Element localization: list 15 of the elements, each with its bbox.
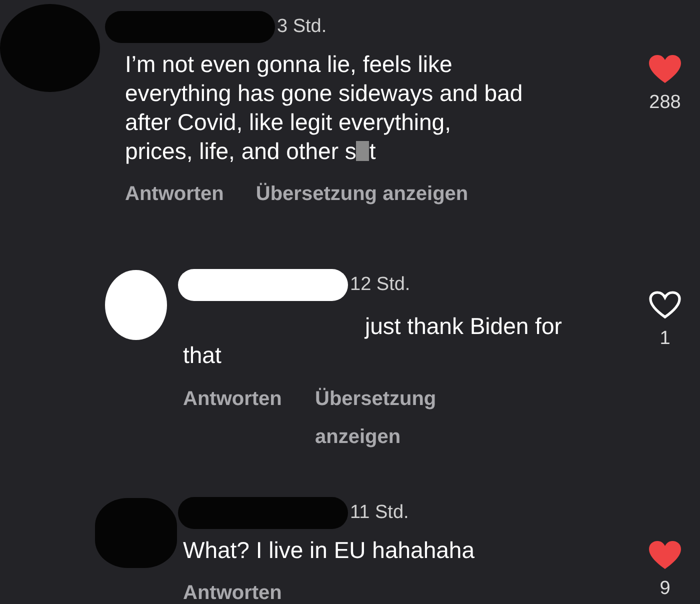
heart-icon[interactable] xyxy=(648,290,682,320)
timestamp: 11 Std. xyxy=(350,502,409,524)
like-count: 9 xyxy=(660,578,670,600)
like-count: 1 xyxy=(660,328,670,350)
translate-button[interactable]: Übersetzung anzeigen xyxy=(256,176,468,212)
comment-text: just thank Biden for that xyxy=(183,312,563,370)
like-count: 288 xyxy=(649,92,681,114)
reply-button[interactable]: Antworten xyxy=(125,176,224,212)
timestamp: 12 Std. xyxy=(350,274,410,296)
comment-text: I’m not even gonna lie, feels like everything has gone sideways and bad after Covid, like legit everything, prices, life, and other s t xyxy=(125,50,524,166)
comment-text: What? I live in EU hahahaha xyxy=(183,536,476,565)
timestamp: 3 Std. xyxy=(277,16,327,38)
reply-button[interactable]: Antworten xyxy=(183,380,283,418)
translate-button[interactable]: Übersetzung anzeigen xyxy=(315,380,465,456)
reply-button[interactable]: Antworten xyxy=(183,575,282,604)
